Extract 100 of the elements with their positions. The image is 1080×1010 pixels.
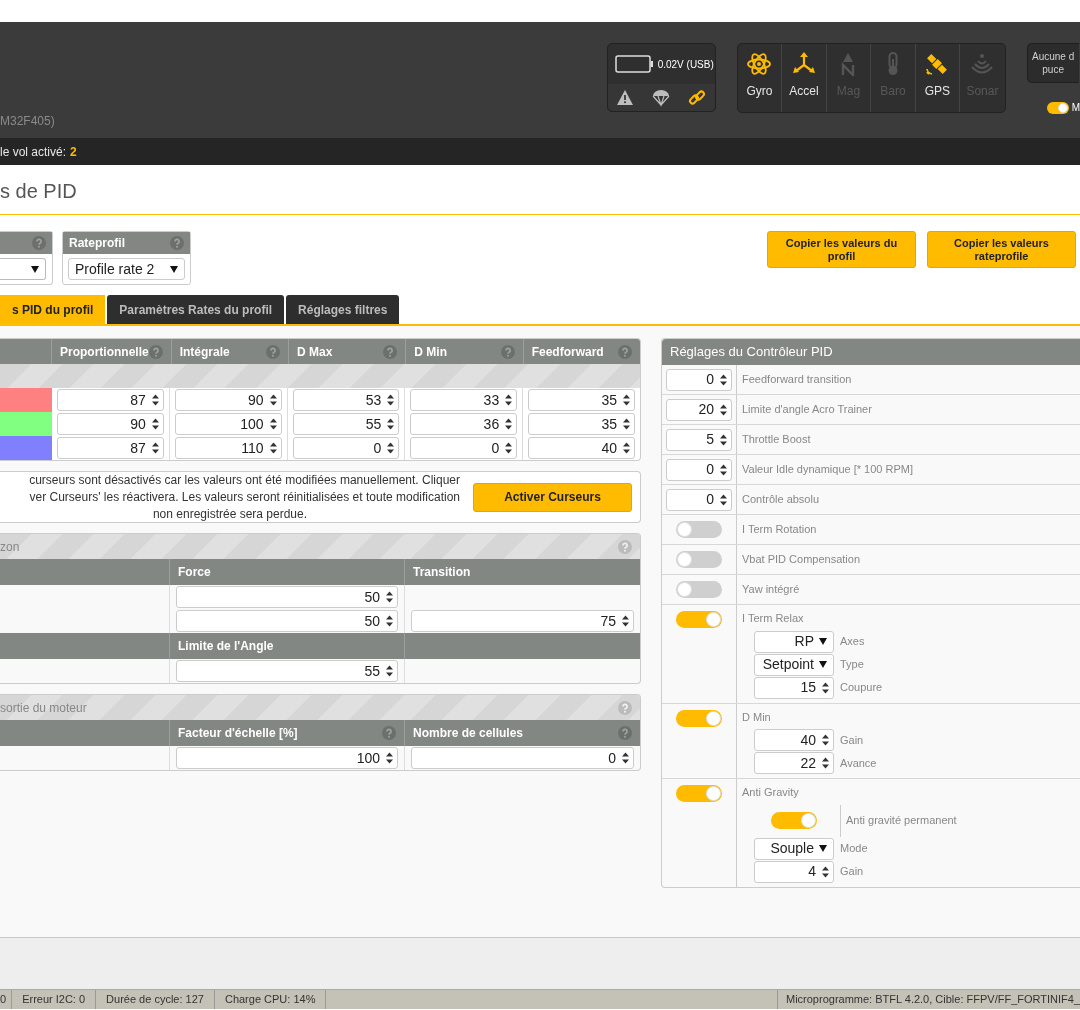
spinner-icon[interactable]	[150, 441, 160, 455]
spinner-icon[interactable]	[719, 462, 728, 477]
setting-label: D Min	[742, 709, 772, 725]
number-field[interactable]: 0	[411, 747, 634, 769]
status-item: Erreur I2C: 0	[12, 990, 97, 1009]
panel-title: sortie du moteur	[0, 699, 87, 717]
spinner-icon[interactable]	[385, 614, 394, 628]
number-field[interactable]: 53	[292, 389, 400, 411]
dropdown[interactable]: Profile rate 2	[68, 258, 185, 280]
spinner-icon[interactable]	[386, 393, 396, 407]
number-field[interactable]: 55	[292, 413, 400, 435]
number-field[interactable]: 55	[176, 660, 398, 682]
activate-sliders-button[interactable]: Activer Curseurs	[473, 482, 632, 512]
spinner-icon[interactable]	[621, 751, 630, 765]
caret-icon	[170, 265, 178, 273]
number-field[interactable]: 90	[174, 389, 282, 411]
spinner-icon[interactable]	[385, 751, 394, 765]
spinner-icon[interactable]	[268, 441, 278, 455]
spinner-icon[interactable]	[385, 664, 394, 678]
number-field[interactable]: 110	[174, 437, 282, 459]
spinner-icon[interactable]	[621, 614, 630, 628]
dropdown[interactable]: RP	[754, 630, 834, 653]
number-field[interactable]: 33	[410, 389, 518, 411]
number-field[interactable]: 35	[528, 389, 635, 411]
toggle-switch[interactable]	[676, 521, 722, 538]
number-field[interactable]: 90	[57, 413, 164, 435]
tab[interactable]: Réglages filtres	[286, 295, 400, 324]
toggle-switch[interactable]	[676, 709, 722, 727]
number-field[interactable]: 40	[528, 437, 635, 459]
number-field[interactable]: 0	[666, 488, 732, 511]
tab[interactable]: s PID du profil	[0, 295, 106, 324]
spinner-icon[interactable]	[719, 402, 728, 417]
dropdown[interactable]: Setpoint	[754, 653, 834, 676]
spinner-icon[interactable]	[504, 441, 514, 455]
number-field[interactable]: 20	[666, 398, 732, 421]
spinner-icon[interactable]	[386, 441, 396, 455]
number-field[interactable]: 100	[176, 747, 398, 769]
copy-button[interactable]: Copier les valeurs du profil	[767, 231, 916, 268]
number-field[interactable]: 0	[292, 437, 400, 459]
spinner-icon[interactable]	[150, 417, 160, 431]
number-field[interactable]: 0	[666, 368, 732, 391]
setting-label: Gain	[840, 732, 864, 748]
spinner-icon[interactable]	[150, 393, 160, 407]
spinner-icon[interactable]	[622, 393, 631, 407]
spinner-icon[interactable]	[386, 417, 396, 431]
status-item: 0	[0, 990, 13, 1009]
dropdown[interactable]	[0, 258, 46, 280]
setting-label: Coupure	[840, 680, 883, 696]
number-field[interactable]: 87	[57, 389, 164, 411]
panel-title: zon	[0, 538, 20, 556]
toggle-switch[interactable]	[676, 611, 722, 628]
profile-label: le vol activé:	[0, 143, 67, 161]
number-field[interactable]: 36	[410, 413, 518, 435]
number-field[interactable]: 4	[754, 860, 834, 883]
spinner-icon[interactable]	[821, 864, 830, 879]
number-field[interactable]: 22	[754, 752, 834, 774]
toggle-switch[interactable]	[771, 812, 817, 829]
toggle-switch[interactable]	[676, 551, 722, 568]
spinner-icon[interactable]	[385, 590, 394, 604]
profile-value: 2	[70, 143, 77, 161]
column-header: Limite de l'Angle	[178, 638, 274, 655]
tab[interactable]: Paramètres Rates du profil	[107, 295, 285, 324]
setting-label: Contrôle absolu	[742, 492, 821, 508]
number-field[interactable]: 5	[666, 428, 732, 451]
number-field[interactable]: 0	[410, 437, 518, 459]
status-item: Durée de cycle: 127	[96, 990, 215, 1009]
number-field[interactable]: 40	[754, 729, 834, 751]
toggle-switch[interactable]	[676, 785, 722, 802]
spinner-icon[interactable]	[504, 417, 514, 431]
toggle-switch[interactable]	[676, 581, 722, 598]
setting-label: Throttle Boost	[742, 432, 812, 448]
spinner-icon[interactable]	[719, 372, 728, 387]
spinner-icon[interactable]	[719, 432, 728, 447]
spinner-icon[interactable]	[622, 417, 631, 431]
spinner-icon[interactable]	[622, 441, 631, 455]
spinner-icon[interactable]	[268, 417, 278, 431]
spinner-icon[interactable]	[268, 393, 278, 407]
copy-button[interactable]: Copier les valeurs rateprofile	[927, 231, 1076, 268]
spinner-icon[interactable]	[821, 756, 830, 770]
dropdown[interactable]: Souple	[754, 837, 834, 860]
column-header: Facteur d'échelle [%]	[178, 725, 298, 742]
spinner-icon[interactable]	[821, 680, 830, 695]
number-field[interactable]: 15	[754, 676, 834, 699]
number-field[interactable]: 100	[174, 413, 282, 435]
number-field[interactable]: 0	[666, 458, 732, 481]
spinner-icon[interactable]	[504, 393, 514, 407]
number-field[interactable]: 87	[57, 437, 164, 459]
toggle-switch[interactable]	[1046, 101, 1069, 114]
firmware-info: Microprogramme: BTFL 4.2.0, Cible: FFPV/FF_FORTINIF4_	[777, 990, 1080, 1009]
spinner-icon[interactable]	[821, 733, 830, 747]
number-field[interactable]: 75	[411, 610, 634, 632]
spinner-icon[interactable]	[719, 492, 728, 507]
number-field[interactable]: 50	[176, 610, 398, 632]
sensor-label: GPS	[924, 83, 951, 100]
number-field[interactable]: 50	[176, 586, 398, 608]
column-header: Nombre de cellules	[413, 725, 524, 742]
board-name: M32F405)	[0, 113, 56, 130]
setting-label: I Term Relax	[742, 611, 805, 626]
setting-label: Anti gravité permanent	[846, 813, 957, 829]
number-field[interactable]: 35	[528, 413, 635, 435]
